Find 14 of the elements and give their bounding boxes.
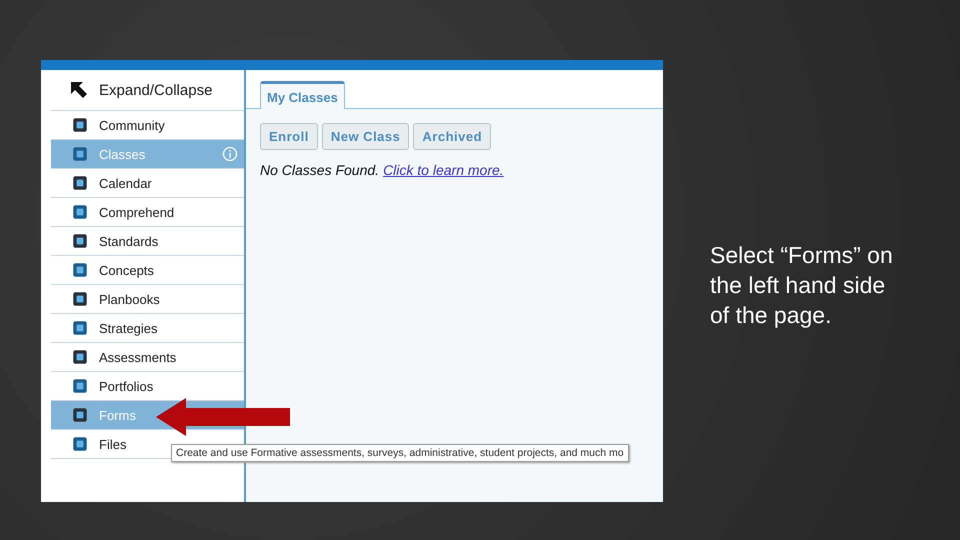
- sidebar-item[interactable]: Strategies: [51, 314, 244, 343]
- sidebar-item[interactable]: Calendar: [51, 169, 244, 198]
- slide-caption: Select “Forms” on the left hand side of the page.: [710, 241, 894, 330]
- sidebar-item[interactable]: Standards: [51, 227, 244, 256]
- sidebar-item[interactable]: Comprehend: [51, 198, 244, 227]
- sidebar-item[interactable]: Planbooks: [51, 285, 244, 314]
- sidebar-item[interactable]: Assessments: [51, 343, 244, 372]
- expand-collapse-label[interactable]: Expand/Collapse: [99, 82, 212, 98]
- info-icon[interactable]: [222, 146, 238, 162]
- empty-message: No Classes Found.: [260, 162, 380, 178]
- tooltip: Create and use Formative assessments, surveys, administrative, student projects, and much mo: [171, 444, 629, 462]
- learn-more-link[interactable]: Click to learn more.: [383, 162, 504, 178]
- sidebar-item[interactable]: Concepts: [51, 256, 244, 285]
- arrow-icon: [69, 80, 89, 100]
